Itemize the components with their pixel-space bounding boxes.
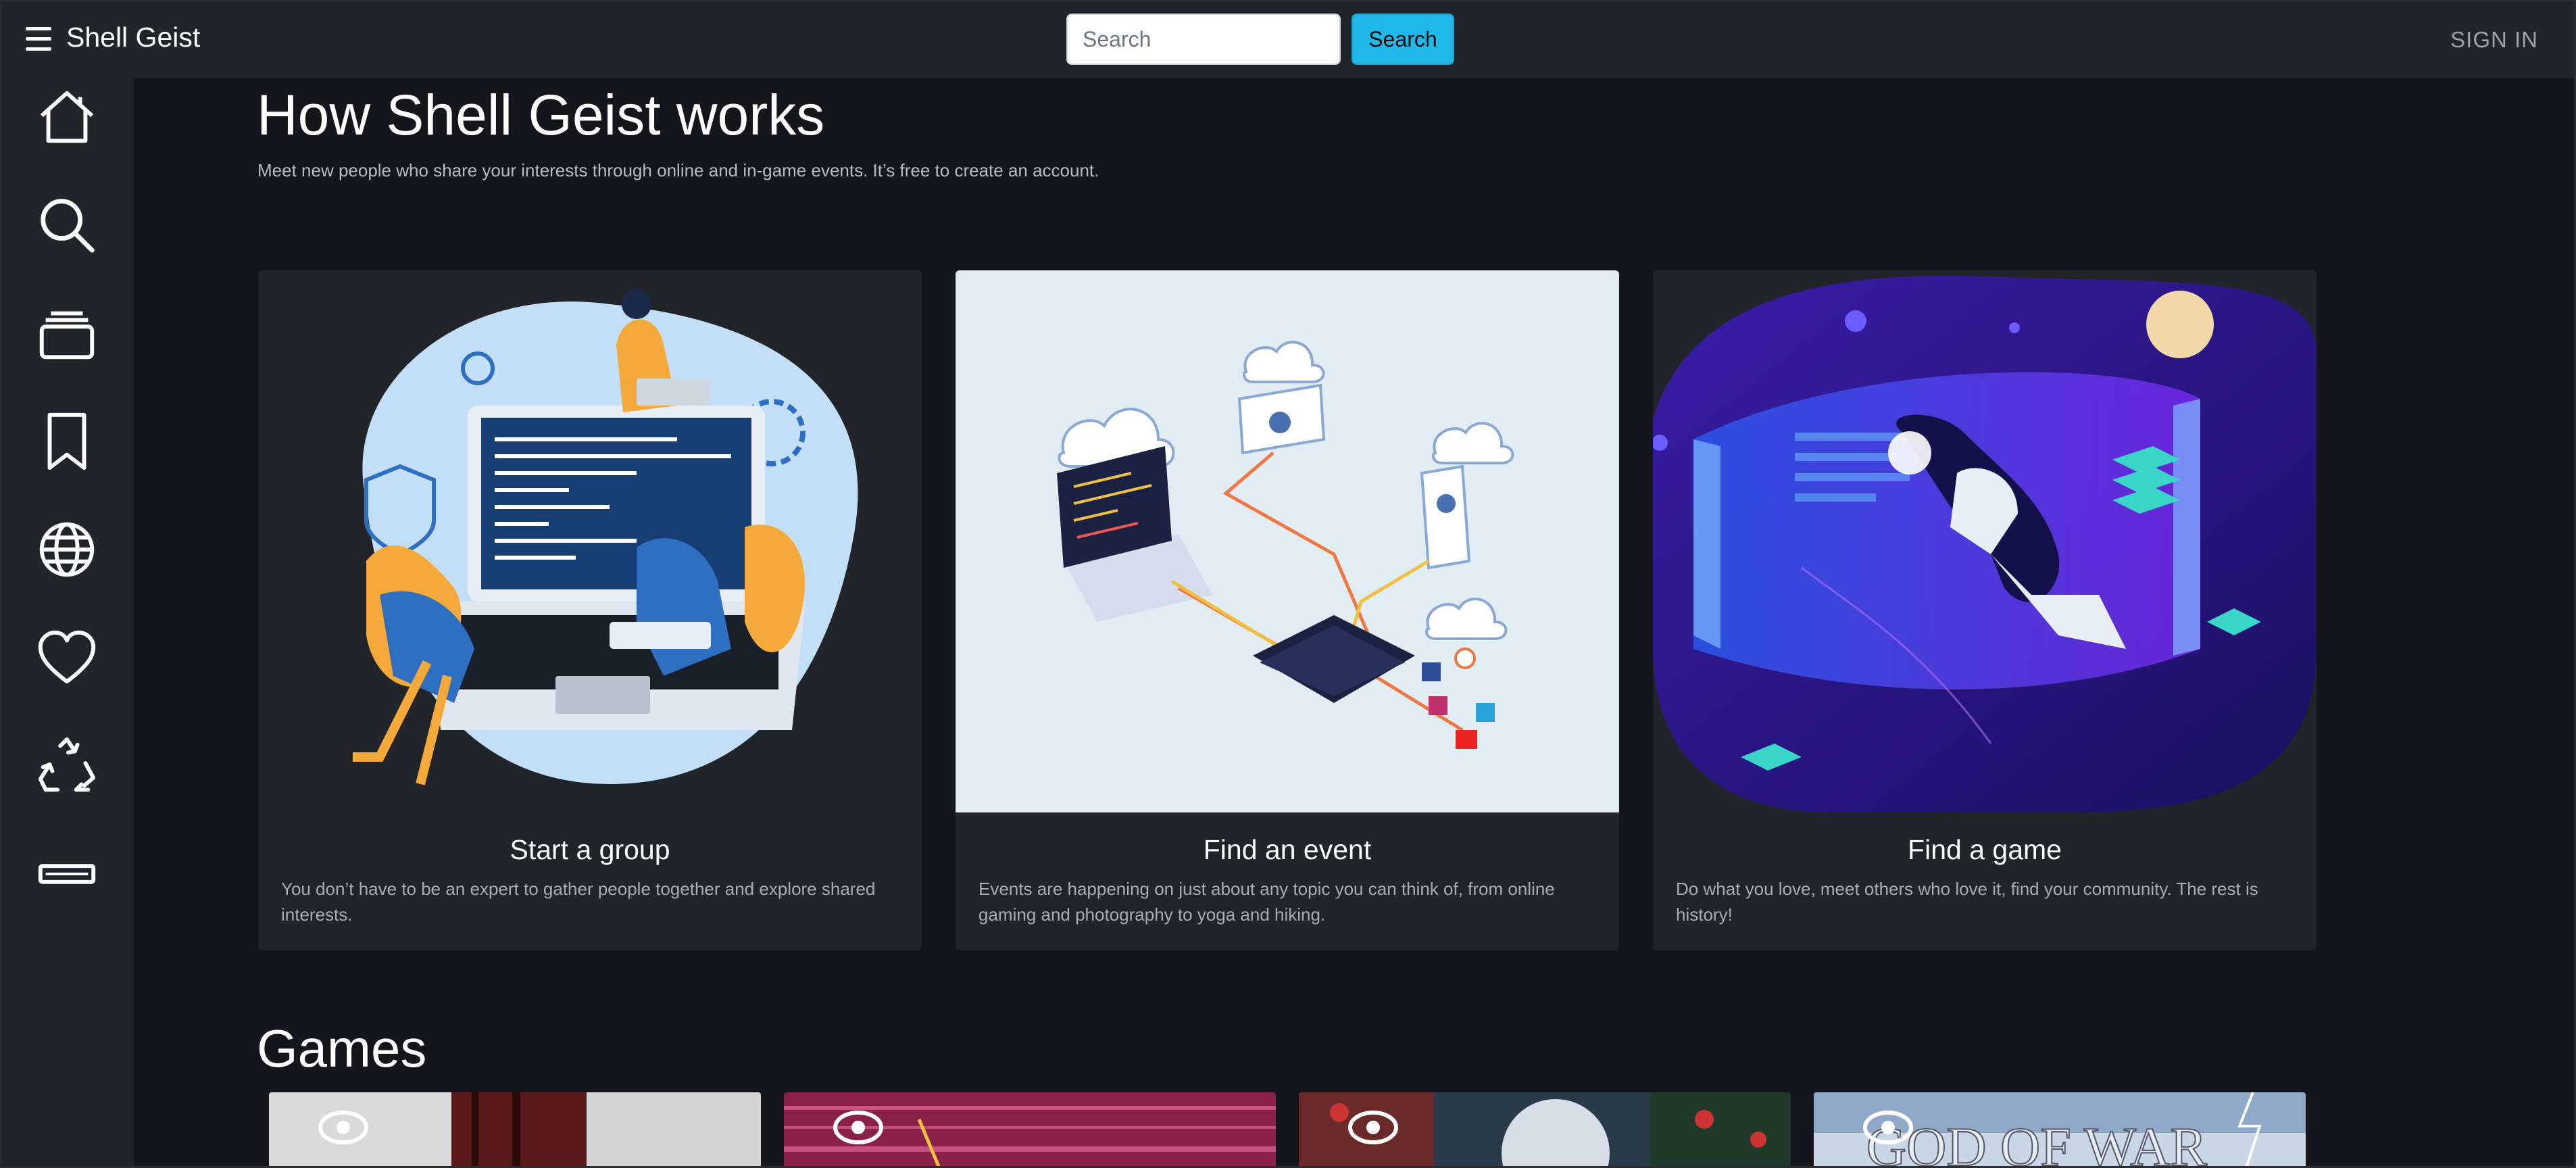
sidebar: [0, 78, 134, 1168]
home-icon[interactable]: [34, 84, 100, 150]
page-title: How Shell Geist works: [257, 83, 825, 147]
globe-icon[interactable]: [34, 516, 100, 583]
search-button[interactable]: Search: [1352, 14, 1454, 65]
stack-icon[interactable]: [34, 300, 100, 366]
card-title: Find an event: [1203, 834, 1372, 865]
top-navbar: Shell Geist Search SIGN IN: [0, 0, 2576, 78]
card-start-group[interactable]: Start a group You don’t have to be an ex…: [258, 270, 922, 950]
search-input[interactable]: [1066, 14, 1341, 65]
bookmark-icon[interactable]: [34, 408, 100, 474]
search-icon[interactable]: [34, 192, 100, 258]
heart-icon[interactable]: [34, 625, 100, 691]
brand-logo[interactable]: Shell Geist: [66, 22, 200, 53]
page-lead: Meet new people who share your interests…: [257, 160, 1099, 180]
sign-in-link[interactable]: SIGN IN: [2450, 27, 2538, 53]
card-title: Find a game: [1908, 834, 2062, 865]
game-thumbnail[interactable]: [269, 1092, 761, 1168]
ticket-icon[interactable]: [34, 841, 100, 907]
find-game-illustration: [1653, 270, 2317, 812]
card-text: You don’t have to be an expert to gather…: [281, 879, 876, 925]
card-text: Events are happening on just about any t…: [979, 879, 1555, 925]
game-thumbnail[interactable]: [784, 1092, 1276, 1168]
card-title: Start a group: [510, 834, 670, 865]
card-find-event[interactable]: Find an event Events are happening on ju…: [956, 270, 1619, 950]
games-heading: Games: [257, 1019, 427, 1078]
card-text: Do what you love, meet others who love i…: [1676, 879, 2258, 925]
start-group-illustration: [258, 270, 922, 812]
game-thumbnail[interactable]: GOD OF WAR: [1814, 1092, 2306, 1168]
game-thumbnail[interactable]: [1299, 1092, 1791, 1168]
hamburger-menu-icon[interactable]: [26, 27, 51, 51]
find-event-illustration: [956, 270, 1619, 812]
card-find-game[interactable]: Find a game Do what you love, meet other…: [1653, 270, 2317, 950]
game-logo-art: GOD OF WAR: [1866, 1116, 2208, 1168]
recycle-icon[interactable]: [34, 733, 100, 799]
